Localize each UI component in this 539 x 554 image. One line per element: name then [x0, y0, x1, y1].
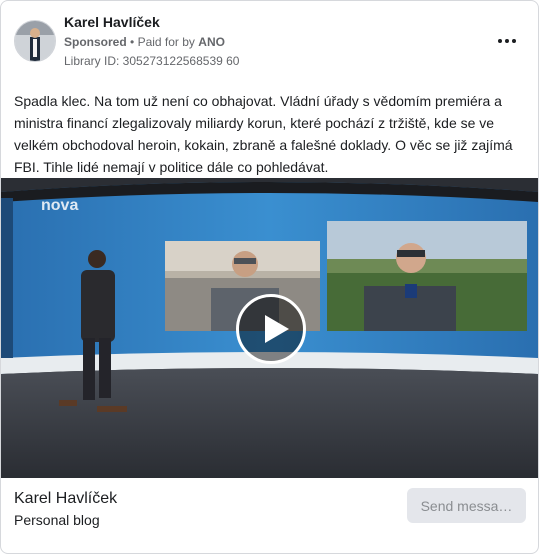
video-player[interactable]: nova [1, 178, 538, 478]
avatar[interactable] [14, 20, 56, 62]
channel-logo: nova [41, 197, 78, 214]
more-horizontal-icon[interactable] [491, 31, 523, 51]
send-message-button[interactable]: Send messa… [407, 488, 526, 523]
paid-for-prefix: Paid for by [137, 35, 195, 49]
play-icon[interactable] [236, 294, 306, 364]
paid-for-by: ANO [198, 35, 225, 49]
sponsored-label: Sponsored [64, 35, 127, 49]
ad-body-text: Spadla klec. Na tom už není co obhajovat… [14, 93, 513, 175]
footer-subtitle: Personal blog [14, 512, 100, 528]
library-id: Library ID: 305273122568539 60 [64, 54, 240, 68]
ad-card: Karel Havlíček Sponsored • Paid for by A… [0, 0, 539, 554]
avatar-image [15, 21, 55, 61]
sponsored-meta: Sponsored • Paid for by ANO [64, 35, 225, 49]
page-name[interactable]: Karel Havlíček [64, 14, 160, 30]
footer-page-name[interactable]: Karel Havlíček [14, 490, 117, 508]
